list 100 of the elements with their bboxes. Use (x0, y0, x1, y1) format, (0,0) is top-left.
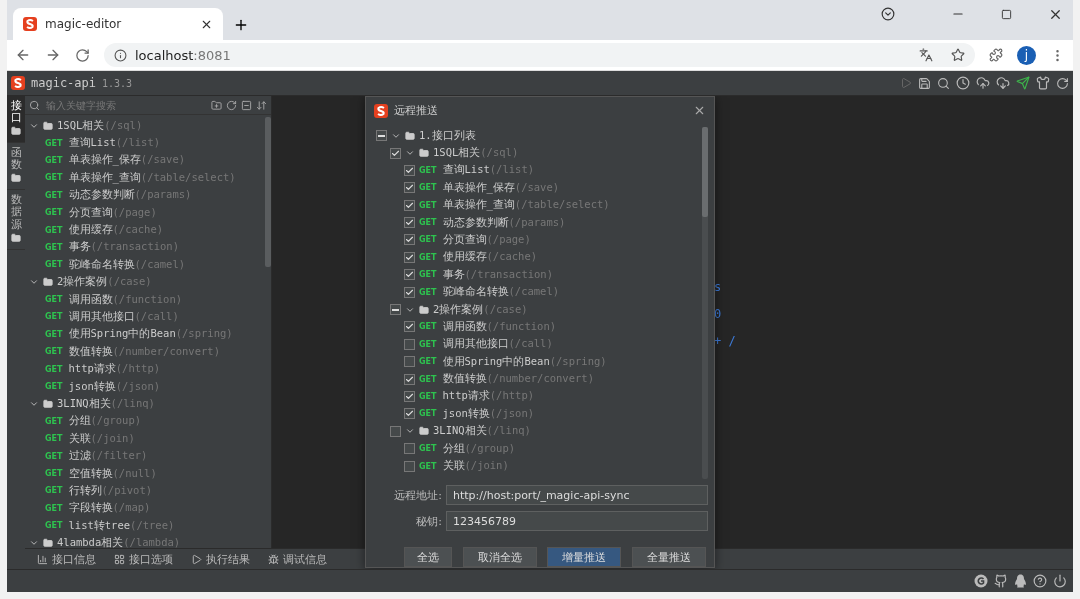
tree-item[interactable]: GET 分组(/group) (25, 412, 265, 431)
tree-folder[interactable]: 2操作案例(/case) (376, 300, 702, 319)
save-icon[interactable] (918, 76, 931, 90)
tree-item[interactable]: GET 使用缓存(/cache) (25, 221, 265, 239)
browser-tab[interactable]: magic-editor (13, 8, 223, 40)
checkbox[interactable] (404, 217, 415, 229)
tree-item[interactable]: GET 分组(/group) (376, 439, 702, 458)
tree-item[interactable]: GET 调用其他接口(/call) (25, 308, 265, 326)
tree-item[interactable]: GET 分页查询(/page) (376, 231, 702, 249)
address-bar[interactable]: localhost:8081 (104, 43, 975, 67)
tree-item[interactable]: GET 单表操作_查询(/table/select) (376, 196, 702, 214)
tree-item[interactable]: GET 使用Spring中的Bean(/spring) (25, 325, 265, 344)
help-icon[interactable] (1033, 574, 1047, 588)
shirt-icon[interactable] (1036, 76, 1050, 90)
checkbox[interactable] (404, 182, 415, 194)
checkbox[interactable] (404, 356, 415, 368)
checkbox[interactable] (404, 390, 415, 402)
checkbox[interactable] (404, 164, 415, 176)
tree-item[interactable]: GET http请求(/http) (25, 360, 265, 378)
circle-logo-icon[interactable] (974, 574, 988, 588)
tree-item[interactable]: GET 单表操作_保存(/save) (376, 179, 702, 197)
reload-icon[interactable] (75, 47, 90, 63)
checkbox[interactable] (404, 286, 415, 298)
checkbox[interactable] (404, 251, 415, 263)
collapse-icon[interactable] (241, 99, 252, 111)
tree-folder[interactable]: 1SQL相关(/sql) (25, 117, 265, 135)
tree-item[interactable]: GET json转换(/json) (376, 405, 702, 423)
checkbox[interactable] (404, 321, 415, 333)
dialog-button[interactable]: 全选 (404, 547, 452, 567)
chevron-icon[interactable] (29, 538, 39, 548)
tree-item[interactable]: GET 数值转换(/number/convert) (376, 370, 702, 388)
tree-item[interactable]: GET 动态参数判断(/params) (25, 186, 265, 204)
tree-folder[interactable]: 1.接口列表 (376, 126, 702, 145)
tree-folder[interactable]: 2操作案例(/case) (25, 273, 265, 291)
tree-item[interactable]: GET 单表操作_查询(/table/select) (25, 169, 265, 187)
extensions-icon[interactable] (989, 48, 1003, 62)
back-icon[interactable] (15, 47, 31, 63)
dialog-button[interactable]: 全量推送 (631, 547, 706, 567)
tree-item[interactable]: GET 使用缓存(/cache) (376, 248, 702, 267)
tree-item[interactable]: GET 调用其他接口(/call) (376, 335, 702, 353)
refresh-icon[interactable] (226, 99, 237, 111)
tree-item[interactable]: GET 查询List(/list) (25, 134, 265, 152)
tree-folder[interactable]: 3LINQ相关(/linq) (25, 395, 265, 413)
power-icon[interactable] (1053, 574, 1067, 588)
refresh-icon[interactable] (1056, 76, 1069, 90)
checkbox[interactable] (390, 425, 401, 437)
profile-avatar[interactable]: j (1017, 45, 1036, 65)
chevron-icon[interactable] (405, 148, 415, 158)
dialog-button[interactable]: 取消全选 (462, 547, 537, 567)
checkbox[interactable] (404, 443, 415, 455)
search-icon[interactable] (937, 76, 950, 90)
maximize-icon[interactable] (1001, 8, 1012, 20)
tree-item[interactable]: GET 动态参数判断(/params) (376, 213, 702, 232)
dropdown-icon[interactable] (881, 7, 895, 21)
checkbox[interactable] (390, 147, 401, 159)
checkbox[interactable] (404, 338, 415, 350)
sort-icon[interactable] (256, 99, 267, 111)
checkbox[interactable] (404, 408, 415, 420)
tree-folder[interactable]: 3LINQ相关(/linq) (376, 422, 702, 440)
checkbox[interactable] (404, 373, 415, 385)
tree-item[interactable]: GET 使用Spring中的Bean(/spring) (376, 353, 702, 371)
folder-add-icon[interactable] (211, 99, 222, 111)
checkbox[interactable] (404, 269, 415, 281)
tree-item[interactable]: GET 字段转换(/map) (25, 499, 265, 517)
input-field[interactable]: http://host:port/_magic-api-sync (446, 485, 708, 505)
panel-tab[interactable]: 调试信息 (268, 551, 327, 567)
tree-item[interactable]: GET list转tree(/tree) (25, 517, 265, 535)
scrollbar[interactable] (265, 117, 271, 267)
side-tab[interactable]: 接口 (7, 96, 25, 144)
partial-checkbox[interactable] (390, 304, 401, 315)
panel-tab[interactable]: 执行结果 (191, 551, 250, 567)
info-icon[interactable] (114, 48, 127, 62)
penguin-icon[interactable] (1014, 574, 1027, 588)
checkbox[interactable] (404, 199, 415, 211)
star-icon[interactable] (951, 48, 965, 62)
tree-item[interactable]: GET http请求(/http) (376, 387, 702, 406)
tree-folder[interactable]: 1SQL相关(/sql) (376, 144, 702, 162)
tree-item[interactable]: GET 查询List(/list) (376, 161, 702, 180)
checkbox[interactable] (404, 460, 415, 472)
tree-item[interactable]: GET 关联(/join) (25, 430, 265, 448)
translate-icon[interactable] (919, 48, 933, 62)
tree-item[interactable]: GET 空值转换(/null) (25, 464, 265, 483)
send-icon[interactable] (1016, 76, 1030, 90)
tree-item[interactable]: GET json转换(/json) (25, 377, 265, 396)
tree-item[interactable]: GET 关联(/join) (376, 457, 702, 475)
forward-icon[interactable] (45, 47, 61, 63)
scrollbar[interactable] (702, 126, 708, 217)
github-icon[interactable] (994, 574, 1008, 588)
tree-item[interactable]: GET 过滤(/filter) (25, 447, 265, 465)
panel-tab[interactable]: 接口选项 (114, 551, 173, 567)
dialog-button[interactable]: 增量推送 (547, 547, 622, 567)
tree-item[interactable]: GET 分页查询(/page) (25, 203, 265, 222)
cloud-download-icon[interactable] (996, 76, 1010, 90)
tree-item[interactable]: GET 事务(/transaction) (376, 266, 702, 284)
tree-item[interactable]: GET 单表操作_保存(/save) (25, 151, 265, 170)
checkbox[interactable] (404, 234, 415, 246)
panel-tab[interactable]: 接口信息 (37, 551, 96, 567)
partial-checkbox[interactable] (376, 130, 387, 142)
input-field[interactable]: 123456789 (446, 511, 708, 531)
tree-item[interactable]: GET 事务(/transaction) (25, 238, 265, 257)
